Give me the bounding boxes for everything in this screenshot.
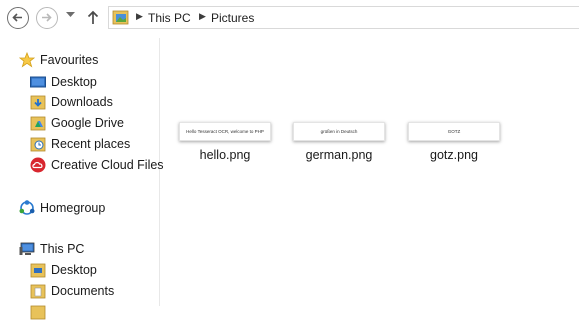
file-thumbnail[interactable]: grüßen in Deutsch	[293, 122, 385, 141]
homegroup-icon	[19, 200, 35, 215]
navigation-pane: Favourites Desktop Downloads Google Driv…	[0, 38, 164, 320]
breadcrumb-pictures[interactable]: Pictures	[211, 11, 254, 25]
breadcrumb-separator-icon[interactable]: ▶	[136, 11, 143, 22]
desktop-icon	[30, 76, 46, 88]
computer-icon	[19, 242, 35, 255]
breadcrumb-this-pc[interactable]: This PC	[148, 11, 191, 25]
file-name[interactable]: hello.png	[179, 148, 271, 162]
forward-button[interactable]	[36, 7, 58, 29]
address-bar[interactable]: ▶ This PC ▶ Pictures	[108, 6, 579, 29]
file-name[interactable]: gotz.png	[408, 148, 500, 162]
recent-locations-chevron-icon[interactable]	[66, 12, 75, 18]
documents-folder-icon	[30, 284, 46, 299]
downloads-folder-icon	[30, 95, 46, 110]
back-arrow-icon	[12, 13, 22, 22]
forward-arrow-icon	[42, 13, 52, 22]
file-thumbnail[interactable]: Hello Tesseract OCR, welcome to PHP	[179, 122, 271, 141]
file-name[interactable]: german.png	[293, 148, 385, 162]
sidebar-item-label: Google Drive	[51, 116, 124, 130]
sidebar-item-label: Downloads	[51, 95, 113, 109]
desktop-folder-icon	[30, 263, 46, 278]
file-view: Hello Tesseract OCR, welcome to PHP hell…	[160, 38, 579, 306]
sidebar-item-label: Recent places	[51, 137, 131, 151]
recent-places-icon	[30, 137, 46, 152]
google-drive-folder-icon	[30, 116, 46, 131]
folder-icon	[30, 305, 46, 320]
file-thumbnail[interactable]: GOTZ	[408, 122, 500, 141]
sidebar-item-label: Creative Cloud Files	[51, 158, 164, 172]
star-icon	[19, 52, 35, 68]
back-button[interactable]	[7, 7, 29, 29]
pictures-folder-icon	[112, 10, 129, 25]
creative-cloud-icon	[30, 157, 46, 173]
sidebar-item-label: Desktop	[51, 263, 97, 277]
sidebar-item-label: Favourites	[40, 53, 99, 67]
breadcrumb-separator-icon[interactable]: ▶	[199, 11, 206, 22]
up-arrow-icon[interactable]	[87, 10, 99, 25]
sidebar-item-label: This PC	[40, 242, 85, 256]
sidebar-item-label: Documents	[51, 284, 115, 298]
navigation-bar: ▶ This PC ▶ Pictures	[0, 0, 579, 38]
sidebar-item-label: Homegroup	[40, 201, 106, 215]
sidebar-item-label: Desktop	[51, 75, 97, 89]
